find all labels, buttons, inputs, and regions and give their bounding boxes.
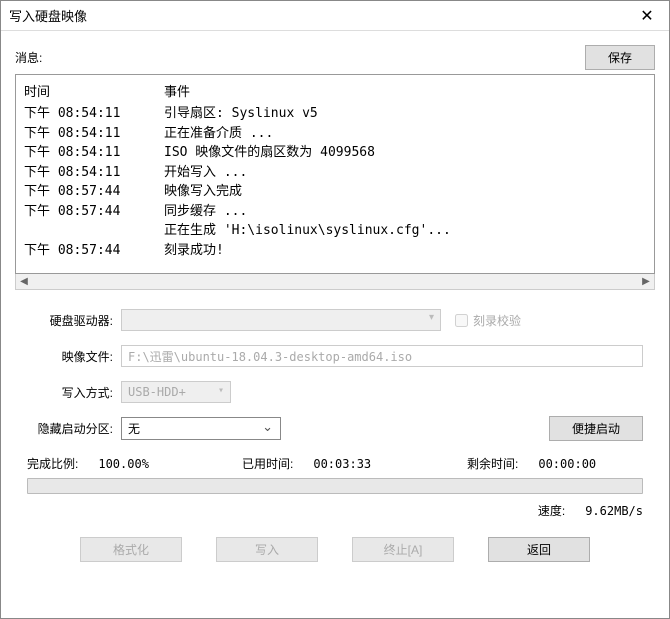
log-row: 下午 08:54:11开始写入 ... xyxy=(24,163,646,183)
log-event: 刻录成功! xyxy=(164,241,646,261)
log-event: ISO 映像文件的扇区数为 4099568 xyxy=(164,143,646,163)
row-mode: 写入方式: USB-HDD+ xyxy=(27,380,643,404)
row-hide: 隐藏启动分区: 无 便捷启动 xyxy=(27,416,643,441)
log-event: 正在准备介质 ... xyxy=(164,124,646,144)
content-area: 消息: 保存 时间 事件 下午 08:54:11引导扇区: Syslinux v… xyxy=(1,31,669,618)
elapsed-value: 00:03:33 xyxy=(313,457,371,471)
titlebar: 写入硬盘映像 ✕ xyxy=(1,1,669,31)
write-button: 写入 xyxy=(216,537,318,562)
remain-value: 00:00:00 xyxy=(538,457,596,471)
abort-button: 终止[A] xyxy=(352,537,454,562)
log-time: 下午 08:57:44 xyxy=(24,202,164,222)
log-event: 正在生成 'H:\isolinux\syslinux.cfg'... xyxy=(164,221,646,241)
log-time xyxy=(24,221,164,241)
log-row: 下午 08:54:11ISO 映像文件的扇区数为 4099568 xyxy=(24,143,646,163)
log-col-event-header: 事件 xyxy=(164,81,646,100)
elapsed-label: 已用时间: xyxy=(242,455,293,472)
message-label: 消息: xyxy=(15,49,42,66)
log-time: 下午 08:54:11 xyxy=(24,143,164,163)
image-path-input: F:\迅雷\ubuntu-18.04.3-desktop-amd64.iso xyxy=(121,345,643,367)
h-scrollbar[interactable]: ◀ ▶ xyxy=(15,274,655,290)
stats-row: 完成比例: 100.00% 已用时间: 00:03:33 剩余时间: 00:00… xyxy=(27,455,643,472)
log-row: 下午 08:57:44映像写入完成 xyxy=(24,182,646,202)
log-row: 下午 08:57:44刻录成功! xyxy=(24,241,646,261)
log-time: 下午 08:57:44 xyxy=(24,182,164,202)
verify-checkbox-wrap: 刻录校验 xyxy=(455,312,521,329)
log-box: 时间 事件 下午 08:54:11引导扇区: Syslinux v5下午 08:… xyxy=(15,74,655,274)
scroll-left-icon[interactable]: ◀ xyxy=(16,274,32,290)
stat-remain: 剩余时间: 00:00:00 xyxy=(467,455,643,472)
close-button[interactable]: ✕ xyxy=(625,1,669,31)
log-row: 下午 08:57:44同步缓存 ... xyxy=(24,202,646,222)
done-value: 100.00% xyxy=(98,457,149,471)
drive-select[interactable] xyxy=(121,309,441,331)
log-event: 映像写入完成 xyxy=(164,182,646,202)
log-time: 下午 08:54:11 xyxy=(24,163,164,183)
dialog-window: 写入硬盘映像 ✕ 消息: 保存 时间 事件 下午 08:54:11引导扇区: S… xyxy=(0,0,670,619)
log-time: 下午 08:57:44 xyxy=(24,241,164,261)
convenient-boot-button[interactable]: 便捷启动 xyxy=(549,416,643,441)
stat-elapsed: 已用时间: 00:03:33 xyxy=(242,455,467,472)
verify-checkbox xyxy=(455,314,468,327)
speed-row: 速度: 9.62MB/s xyxy=(27,502,643,519)
log-row: 下午 08:54:11正在准备介质 ... xyxy=(24,124,646,144)
row-drive: 硬盘驱动器: 刻录校验 xyxy=(27,308,643,332)
log-rows: 下午 08:54:11引导扇区: Syslinux v5下午 08:54:11正… xyxy=(24,104,646,260)
speed-value: 9.62MB/s xyxy=(585,504,643,518)
verify-label: 刻录校验 xyxy=(473,312,521,329)
log-col-time-header: 时间 xyxy=(24,81,164,100)
log-event: 开始写入 ... xyxy=(164,163,646,183)
hide-label: 隐藏启动分区: xyxy=(27,420,121,437)
log-row: 下午 08:54:11引导扇区: Syslinux v5 xyxy=(24,104,646,124)
log-time: 下午 08:54:11 xyxy=(24,124,164,144)
log-event: 引导扇区: Syslinux v5 xyxy=(164,104,646,124)
row-image: 映像文件: F:\迅雷\ubuntu-18.04.3-desktop-amd64… xyxy=(27,344,643,368)
window-title: 写入硬盘映像 xyxy=(9,6,87,25)
log-event: 同步缓存 ... xyxy=(164,202,646,222)
mode-select: USB-HDD+ xyxy=(121,381,231,403)
drive-label: 硬盘驱动器: xyxy=(27,312,121,329)
hide-select[interactable]: 无 xyxy=(121,417,281,440)
scroll-right-icon[interactable]: ▶ xyxy=(638,274,654,290)
action-row: 格式化 写入 终止[A] 返回 xyxy=(27,537,643,562)
speed-label: 速度: xyxy=(538,502,565,519)
log-time: 下午 08:54:11 xyxy=(24,104,164,124)
form-area: 硬盘驱动器: 刻录校验 映像文件: F:\迅雷\ubuntu-18.04.3-d… xyxy=(15,308,655,562)
format-button: 格式化 xyxy=(80,537,182,562)
progress-bar xyxy=(27,478,643,494)
log-row: 正在生成 'H:\isolinux\syslinux.cfg'... xyxy=(24,221,646,241)
back-button[interactable]: 返回 xyxy=(488,537,590,562)
log-header: 时间 事件 xyxy=(24,79,646,104)
mode-label: 写入方式: xyxy=(27,384,121,401)
image-label: 映像文件: xyxy=(27,348,121,365)
save-button[interactable]: 保存 xyxy=(585,45,655,70)
message-header: 消息: 保存 xyxy=(15,41,655,74)
stat-done: 完成比例: 100.00% xyxy=(27,455,242,472)
done-label: 完成比例: xyxy=(27,455,78,472)
remain-label: 剩余时间: xyxy=(467,455,518,472)
